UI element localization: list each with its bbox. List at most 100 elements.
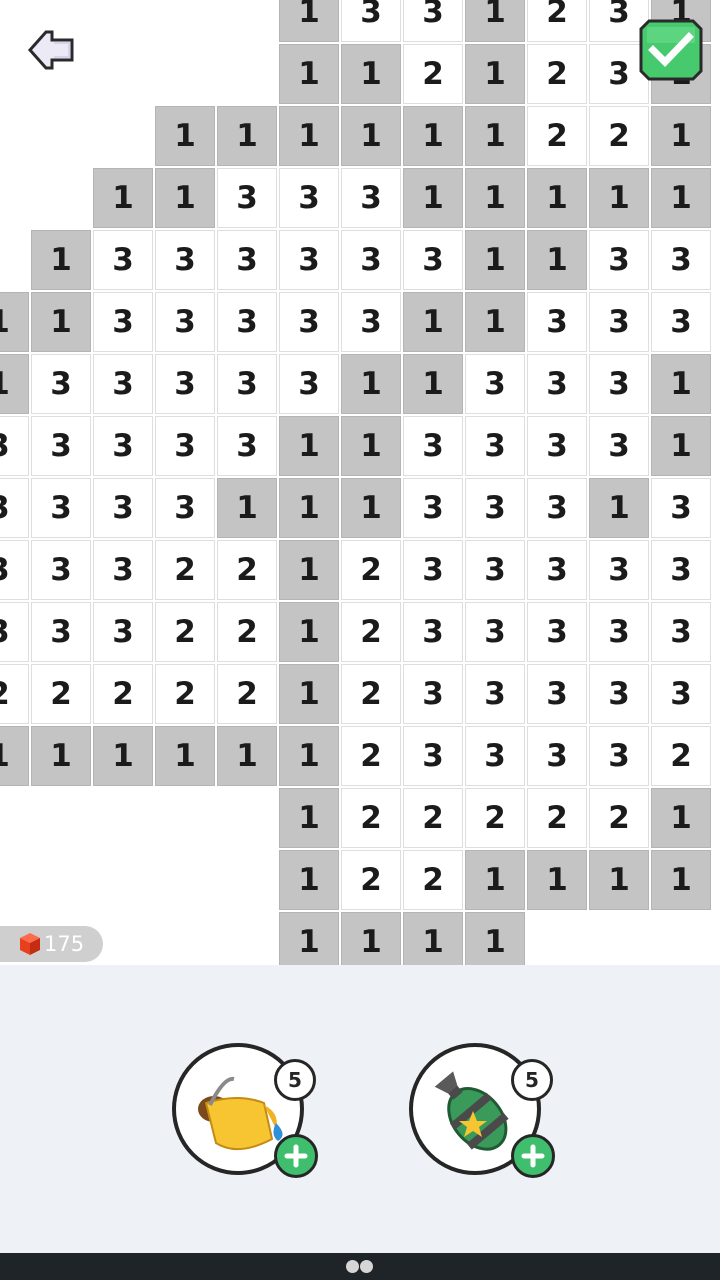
board-cell[interactable]: 3: [155, 230, 215, 290]
bomb-tool[interactable]: 5: [409, 1043, 555, 1178]
board-cell[interactable]: 1: [31, 726, 91, 786]
board-cell[interactable]: 1: [403, 292, 463, 352]
board-cell[interactable]: 1: [155, 106, 215, 166]
board-cell[interactable]: 3: [527, 540, 587, 600]
board-cell[interactable]: 3: [465, 726, 525, 786]
board-cell[interactable]: 2: [589, 788, 649, 848]
board-cell[interactable]: 1: [279, 0, 339, 42]
board-cell[interactable]: 3: [589, 416, 649, 476]
board-cell[interactable]: 3: [31, 354, 91, 414]
board-cell[interactable]: 2: [341, 540, 401, 600]
board-cell[interactable]: 1: [651, 850, 711, 910]
board-cell[interactable]: 2: [155, 540, 215, 600]
board-cell[interactable]: 2: [155, 664, 215, 724]
bomb-add-button[interactable]: [511, 1134, 555, 1178]
board-cell[interactable]: 1: [651, 354, 711, 414]
board-cell[interactable]: 2: [217, 540, 277, 600]
board-cell[interactable]: 1: [465, 230, 525, 290]
board-cell[interactable]: 3: [279, 168, 339, 228]
board-cell[interactable]: 3: [155, 354, 215, 414]
board-cell[interactable]: 3: [403, 0, 463, 42]
board-cell[interactable]: 3: [403, 230, 463, 290]
board-cell[interactable]: 1: [465, 850, 525, 910]
board-cell[interactable]: 3: [651, 664, 711, 724]
board-cell[interactable]: 2: [527, 106, 587, 166]
board-cell[interactable]: 3: [93, 230, 153, 290]
board-cell[interactable]: 1: [155, 168, 215, 228]
board-cell[interactable]: 3: [589, 354, 649, 414]
board-cell[interactable]: 3: [527, 354, 587, 414]
board-cell[interactable]: 3: [589, 540, 649, 600]
board-cell[interactable]: 3: [465, 664, 525, 724]
board-cell[interactable]: 1: [589, 850, 649, 910]
board-cell[interactable]: 1: [527, 168, 587, 228]
board-cell[interactable]: 2: [651, 726, 711, 786]
board-cell[interactable]: 3: [217, 292, 277, 352]
board-cell[interactable]: 3: [341, 0, 401, 42]
board-cell[interactable]: 3: [465, 354, 525, 414]
board-cell[interactable]: 1: [403, 354, 463, 414]
board-cell[interactable]: 2: [527, 788, 587, 848]
board-cell[interactable]: 1: [341, 912, 401, 965]
board-cell[interactable]: 1: [279, 416, 339, 476]
board-cell[interactable]: 2: [341, 664, 401, 724]
board-cell[interactable]: 1: [465, 44, 525, 104]
board-cell[interactable]: 3: [217, 354, 277, 414]
board-cell[interactable]: 3: [403, 602, 463, 662]
board-cell[interactable]: 3: [651, 540, 711, 600]
paint-bucket-add-button[interactable]: [274, 1134, 318, 1178]
board-cell[interactable]: 3: [93, 292, 153, 352]
board-cell[interactable]: 2: [403, 850, 463, 910]
board-cell[interactable]: 3: [589, 726, 649, 786]
board-cell[interactable]: 3: [465, 540, 525, 600]
board-cell[interactable]: 1: [527, 230, 587, 290]
board-cell[interactable]: 3: [341, 230, 401, 290]
board-cell[interactable]: 3: [651, 602, 711, 662]
board-cell[interactable]: 1: [279, 478, 339, 538]
board-cell[interactable]: 3: [465, 602, 525, 662]
board-cell[interactable]: 1: [279, 540, 339, 600]
board-cell[interactable]: 3: [93, 540, 153, 600]
board-cell[interactable]: 2: [527, 0, 587, 42]
board-cell[interactable]: 1: [589, 478, 649, 538]
board-cell[interactable]: 1: [0, 726, 29, 786]
board-cell[interactable]: 3: [403, 726, 463, 786]
board-cell[interactable]: 1: [527, 850, 587, 910]
board-cell[interactable]: 2: [341, 602, 401, 662]
board-cell[interactable]: 3: [93, 416, 153, 476]
board-cell[interactable]: 2: [403, 788, 463, 848]
board-cell[interactable]: 3: [341, 292, 401, 352]
board-cell[interactable]: 2: [31, 664, 91, 724]
board-cell[interactable]: 3: [527, 726, 587, 786]
board-cell[interactable]: 1: [465, 292, 525, 352]
board-cell[interactable]: 2: [527, 44, 587, 104]
paint-bucket-tool[interactable]: 5: [172, 1043, 318, 1178]
board-cell[interactable]: 2: [341, 726, 401, 786]
board-cell[interactable]: 1: [31, 230, 91, 290]
board-cell[interactable]: 3: [217, 230, 277, 290]
board-cell[interactable]: 3: [93, 354, 153, 414]
board-cell[interactable]: 1: [651, 788, 711, 848]
board-cell[interactable]: 3: [589, 230, 649, 290]
board-cell[interactable]: 3: [651, 230, 711, 290]
board-cell[interactable]: 2: [217, 664, 277, 724]
board-cell[interactable]: 1: [341, 478, 401, 538]
board-cell[interactable]: 1: [589, 168, 649, 228]
board-cell[interactable]: 3: [403, 478, 463, 538]
board-cell[interactable]: 3: [651, 478, 711, 538]
board-cell[interactable]: 3: [93, 602, 153, 662]
confirm-check-button[interactable]: [637, 17, 705, 83]
board-cell[interactable]: 2: [93, 664, 153, 724]
board-cell[interactable]: 2: [589, 106, 649, 166]
board-cell[interactable]: 3: [279, 292, 339, 352]
board-cell[interactable]: 1: [651, 106, 711, 166]
board-cell[interactable]: 1: [0, 354, 29, 414]
board-cell[interactable]: 1: [93, 168, 153, 228]
board-cell[interactable]: 1: [341, 416, 401, 476]
board-cell[interactable]: 3: [217, 416, 277, 476]
board-cell[interactable]: 1: [279, 602, 339, 662]
board-cell[interactable]: 3: [0, 540, 29, 600]
board-cell[interactable]: 3: [31, 602, 91, 662]
puzzle-board[interactable]: 1331231112123111111122111333111111333333…: [0, 0, 720, 965]
board-cell[interactable]: 3: [217, 168, 277, 228]
